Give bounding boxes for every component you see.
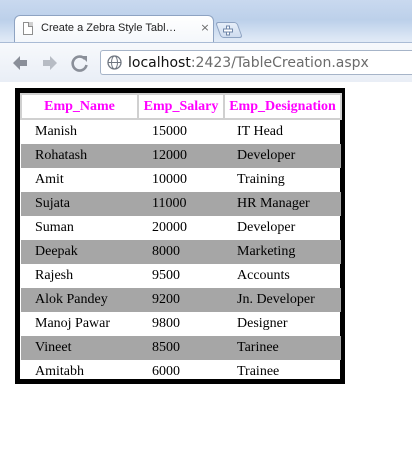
table-row: Suman 20000 Developer <box>21 216 341 240</box>
globe-icon <box>107 55 122 70</box>
cell-name: Amitabh <box>35 364 84 379</box>
cell-salary: 6000 <box>152 364 180 379</box>
header-emp-name: Emp_Name <box>20 93 139 120</box>
address-bar[interactable]: localhost:2423/TableCreation.aspx <box>100 50 412 75</box>
cell-designation: Marketing <box>224 240 341 264</box>
cell-salary: 12000 <box>138 144 224 168</box>
back-button[interactable] <box>10 53 30 73</box>
table-row: Amit 10000 Training <box>21 168 341 192</box>
cell-designation: Designer <box>237 316 288 331</box>
cell-name: Deepak <box>21 240 138 264</box>
cell-salary: 10000 <box>152 172 187 187</box>
table-row: Amitabh 6000 Trainee <box>21 360 341 384</box>
cell-name: Vineet <box>21 336 138 360</box>
cell-salary: 8500 <box>138 336 224 360</box>
cell-salary: 9500 <box>152 268 180 283</box>
page-icon <box>23 22 33 35</box>
header-row: Emp_Name Emp_Salary Emp_Designation <box>20 93 342 120</box>
cell-salary: 11000 <box>138 192 224 216</box>
back-arrow-icon <box>13 56 27 70</box>
cell-designation: Jn. Developer <box>224 288 341 312</box>
employee-grid: Emp_Name Emp_Salary Emp_Designation Mani… <box>15 88 345 384</box>
cell-name: Sujata <box>21 192 138 216</box>
new-tab-button[interactable] <box>215 22 243 38</box>
cell-name: Suman <box>35 220 74 235</box>
cell-name: Manoj Pawar <box>35 316 111 331</box>
table-row: Sujata 11000 HR Manager <box>21 192 341 216</box>
cell-name: Amit <box>35 172 64 187</box>
cell-designation: Training <box>237 172 285 187</box>
cell-designation: Developer <box>237 220 296 235</box>
cell-designation: IT Head <box>237 124 283 139</box>
close-tab-icon[interactable]: × <box>199 21 211 35</box>
url-text: localhost:2423/TableCreation.aspx <box>128 54 369 72</box>
tab-title: Create a Zebra Style Tabl… <box>41 22 177 34</box>
header-emp-salary: Emp_Salary <box>137 93 225 120</box>
cell-name: Rajesh <box>35 268 74 283</box>
table-row: Rajesh 9500 Accounts <box>21 264 341 288</box>
cell-designation: Tarinee <box>224 336 341 360</box>
cell-name: Manish <box>35 124 77 139</box>
forward-arrow-icon <box>43 56 57 70</box>
cell-salary: 20000 <box>152 220 187 235</box>
plus-icon <box>222 23 234 37</box>
employee-table: Emp_Name Emp_Salary Emp_Designation Mani… <box>20 93 342 384</box>
cell-name: Alok Pandey <box>21 288 138 312</box>
cell-salary: 15000 <box>152 124 187 139</box>
cell-salary: 9200 <box>138 288 224 312</box>
reload-icon <box>71 55 88 72</box>
forward-button[interactable] <box>40 53 60 73</box>
cell-name: Rohatash <box>21 144 138 168</box>
browser-tab[interactable]: Create a Zebra Style Tabl… × <box>14 15 214 42</box>
cell-salary: 9800 <box>152 316 180 331</box>
table-row: Rohatash 12000 Developer <box>21 144 341 168</box>
table-row: Vineet 8500 Tarinee <box>21 336 341 360</box>
reload-button[interactable] <box>70 53 90 73</box>
table-row: Manish 15000 IT Head <box>21 119 341 144</box>
cell-designation: Trainee <box>237 364 280 379</box>
cell-designation: HR Manager <box>224 192 341 216</box>
table-row: Deepak 8000 Marketing <box>21 240 341 264</box>
cell-designation: Accounts <box>237 268 290 283</box>
cell-salary: 8000 <box>138 240 224 264</box>
table-row: Manoj Pawar 9800 Designer <box>21 312 341 336</box>
table-row: Alok Pandey 9200 Jn. Developer <box>21 288 341 312</box>
cell-designation: Developer <box>224 144 341 168</box>
url-path: :2423/TableCreation.aspx <box>190 55 369 71</box>
browser-toolbar: localhost:2423/TableCreation.aspx <box>0 42 412 82</box>
header-emp-designation: Emp_Designation <box>223 93 342 120</box>
browser-chrome: Create a Zebra Style Tabl… × localhost:2… <box>0 0 412 82</box>
url-host: localhost <box>128 55 191 71</box>
